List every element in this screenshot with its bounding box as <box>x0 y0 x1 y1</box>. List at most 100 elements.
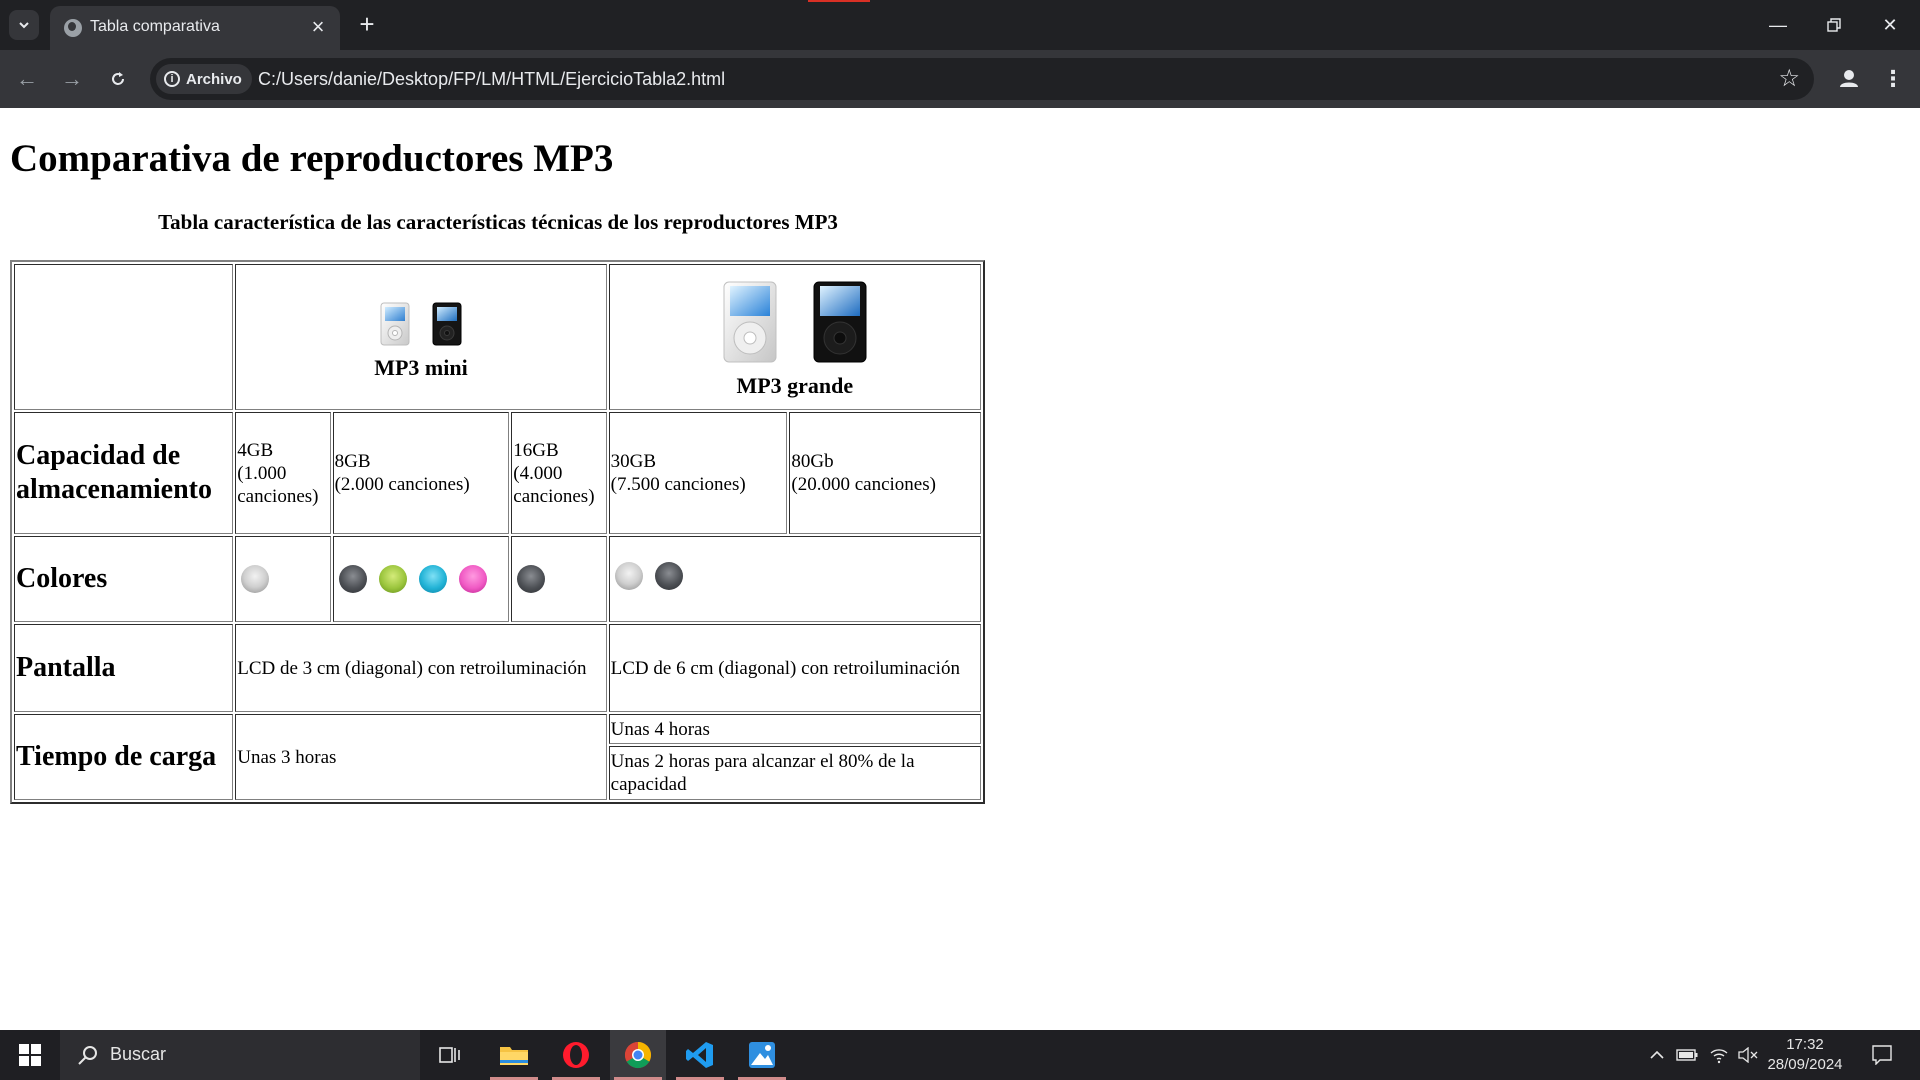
capacity-songs: (1.000 canciones) <box>237 462 319 507</box>
row-header-colores: Colores <box>14 536 234 622</box>
color-swatch-silver <box>614 562 643 590</box>
comparison-table: MP3 mini MP3 grande Capacidad de almacen… <box>10 260 985 804</box>
back-button[interactable]: ← <box>12 64 42 94</box>
table-caption: Tabla característica de las característi… <box>158 210 838 234</box>
reload-icon <box>112 72 124 85</box>
capacity-songs: (4.000 canciones) <box>513 462 595 507</box>
opera-app[interactable] <box>548 1030 604 1080</box>
site-info-chip[interactable]: i Archivo <box>156 64 252 94</box>
capacity-cell: 4GB (1.000 canciones) <box>235 412 331 534</box>
site-chip-label: Archivo <box>186 70 242 88</box>
clock-date: 28/09/2024 <box>1767 1056 1843 1073</box>
vscode-app[interactable] <box>672 1030 728 1080</box>
chevron-down-icon <box>19 22 29 29</box>
address-bar[interactable]: i Archivo C:/Users/danie/Desktop/FP/LM/H… <box>150 58 1814 100</box>
start-button[interactable] <box>0 1030 60 1080</box>
colors-cell <box>332 536 510 622</box>
carga-grande-cell: Unas 4 horas <box>608 714 981 744</box>
carga-grande-cell: Unas 2 horas para alcanzar el 80% de la … <box>608 746 981 800</box>
mp3-mini-header: MP3 mini <box>235 264 607 410</box>
capacity-songs: (20.000 canciones) <box>791 474 936 495</box>
close-tab-icon[interactable]: × <box>306 15 330 39</box>
row-header-carga: Tiempo de carga <box>14 714 234 800</box>
system-clock[interactable]: 17:32 28/09/2024 <box>1762 1035 1848 1075</box>
color-swatch-silver <box>241 565 270 593</box>
capacity-size: 16GB <box>513 439 559 461</box>
new-tab-button[interactable]: + <box>352 10 382 40</box>
color-swatch-green <box>378 565 407 593</box>
tab-indicator <box>808 0 870 2</box>
file-explorer-app[interactable] <box>486 1030 542 1080</box>
color-swatch-black <box>517 565 546 593</box>
capacity-cell: 80Gb (20.000 canciones) <box>789 412 981 534</box>
table-row: Tiempo de carga Unas 3 horas Unas 4 hora… <box>14 714 981 800</box>
url-text[interactable]: C:/Users/danie/Desktop/FP/LM/HTML/Ejerci… <box>258 69 725 90</box>
mp3-mini-name: MP3 mini <box>374 354 468 380</box>
volume-muted-icon[interactable] <box>1734 1030 1762 1080</box>
folder-icon <box>500 1047 528 1065</box>
color-swatch-black <box>338 565 367 593</box>
photos-app[interactable] <box>734 1030 790 1080</box>
color-swatch-black <box>654 562 683 590</box>
mp3-grande-black-image <box>813 281 867 362</box>
capacity-cell: 30GB (7.500 canciones) <box>608 412 788 534</box>
capacity-songs: (7.500 canciones) <box>610 474 746 495</box>
info-icon: i <box>164 71 180 87</box>
capacity-songs: (2.000 canciones) <box>334 474 470 495</box>
tab-title: Tabla comparativa <box>90 18 220 35</box>
colors-cell <box>511 536 607 622</box>
capacity-size: 80Gb <box>791 451 834 472</box>
empty-corner-cell <box>14 264 234 410</box>
bookmark-star-icon[interactable]: ☆ <box>1778 65 1800 93</box>
battery-icon[interactable] <box>1672 1030 1702 1080</box>
page-content: Comparativa de reproductores MP3 Tabla c… <box>0 108 1920 1030</box>
row-header-pantalla: Pantalla <box>14 624 234 712</box>
capacity-size: 8GB <box>334 451 371 472</box>
tab-search-button[interactable] <box>9 10 39 40</box>
table-row: Pantalla LCD de 3 cm (diagonal) con retr… <box>14 624 981 712</box>
vscode-icon <box>686 1042 713 1068</box>
search-icon <box>78 1046 97 1065</box>
close-window-button[interactable]: ✕ <box>1870 8 1910 42</box>
colors-cell <box>235 536 331 622</box>
mp3-mini-black-image <box>432 302 462 345</box>
page-title: Comparativa de reproductores MP3 <box>10 137 614 180</box>
capacity-size: 4GB <box>237 439 274 461</box>
carga-mini-cell: Unas 3 horas <box>235 714 607 800</box>
photos-icon <box>749 1042 775 1068</box>
capacity-cell: 16GB (4.000 canciones) <box>511 412 607 534</box>
tab-active[interactable]: Tabla comparativa × <box>50 6 340 50</box>
restore-button[interactable] <box>1814 8 1854 42</box>
browser-tab-bar: Tabla comparativa × + — ✕ <box>0 0 1920 50</box>
tray-overflow-button[interactable] <box>1644 1030 1670 1080</box>
colors-cell <box>608 536 981 622</box>
mp3-grande-silver-image <box>723 281 777 362</box>
more-menu-icon[interactable]: ⋮ <box>1878 64 1908 94</box>
pantalla-mini-cell: LCD de 3 cm (diagonal) con retroiluminac… <box>235 624 607 712</box>
profile-icon[interactable] <box>1834 64 1864 94</box>
minimize-button[interactable]: — <box>1758 8 1798 42</box>
windows-icon <box>19 1044 41 1066</box>
mp3-mini-silver-image <box>380 302 410 345</box>
taskbar-search[interactable]: Buscar <box>60 1030 420 1080</box>
capacity-cell: 8GB (2.000 canciones) <box>332 412 510 534</box>
chrome-app[interactable] <box>610 1030 666 1080</box>
table-row: MP3 mini MP3 grande <box>14 264 981 410</box>
task-view-button[interactable] <box>422 1030 478 1080</box>
notifications-button[interactable] <box>1862 1030 1902 1080</box>
search-placeholder: Buscar <box>110 1044 167 1064</box>
mp3-grande-header: MP3 grande <box>608 264 981 410</box>
color-swatch-pink <box>458 565 487 593</box>
chrome-icon <box>624 1041 652 1069</box>
network-icon[interactable] <box>1704 1030 1734 1080</box>
reload-button[interactable] <box>103 64 133 94</box>
task-view-icon <box>439 1047 460 1063</box>
table-row: Capacidad de almacenamiento 4GB (1.000 ca… <box>14 412 981 534</box>
opera-icon <box>563 1042 589 1068</box>
table-row: Colores <box>14 536 981 622</box>
forward-button[interactable]: → <box>57 64 87 94</box>
chevron-up-icon <box>1650 1050 1664 1059</box>
taskbar: Buscar 17:32 28/09/2024 <box>0 1030 1920 1080</box>
clock-time: 17:32 <box>1786 1036 1824 1053</box>
globe-icon <box>64 19 82 37</box>
